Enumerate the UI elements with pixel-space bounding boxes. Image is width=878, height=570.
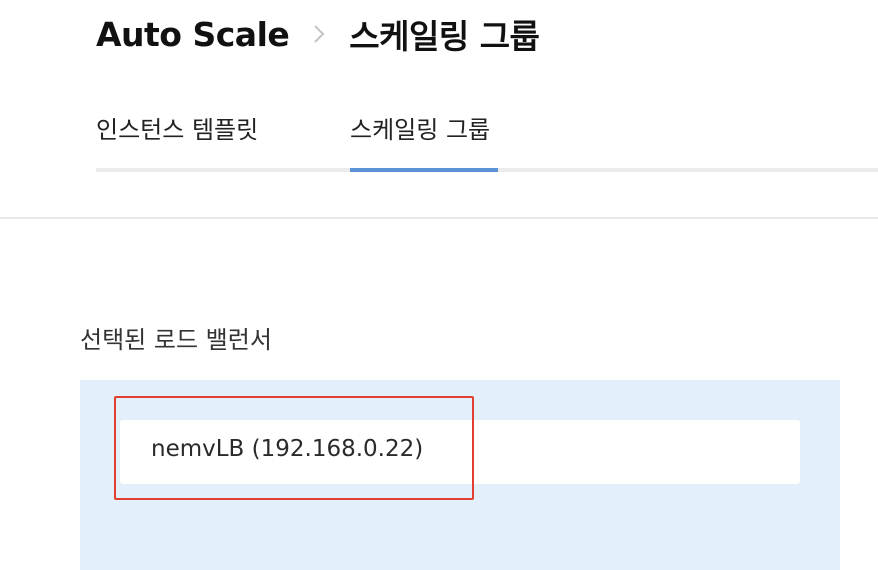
page: Auto Scale 스케일링 그룹 인스턴스 템플릿 스케일링 그룹 선택된 … — [0, 0, 878, 570]
highlight-annotation — [114, 396, 474, 500]
breadcrumb: Auto Scale 스케일링 그룹 — [96, 12, 540, 57]
breadcrumb-current: 스케일링 그룹 — [349, 17, 540, 56]
tab-instance-template[interactable]: 인스턴스 템플릿 — [96, 110, 258, 145]
active-tab-indicator — [350, 168, 498, 172]
breadcrumb-service[interactable]: Auto Scale — [96, 15, 290, 54]
selected-load-balancer-label: 선택된 로드 밸런서 — [80, 326, 272, 354]
section-divider — [0, 217, 878, 219]
chevron-right-icon — [289, 12, 349, 56]
tab-scaling-group[interactable]: 스케일링 그룹 — [350, 110, 490, 145]
tab-bar: 인스턴스 템플릿 스케일링 그룹 — [96, 96, 878, 172]
